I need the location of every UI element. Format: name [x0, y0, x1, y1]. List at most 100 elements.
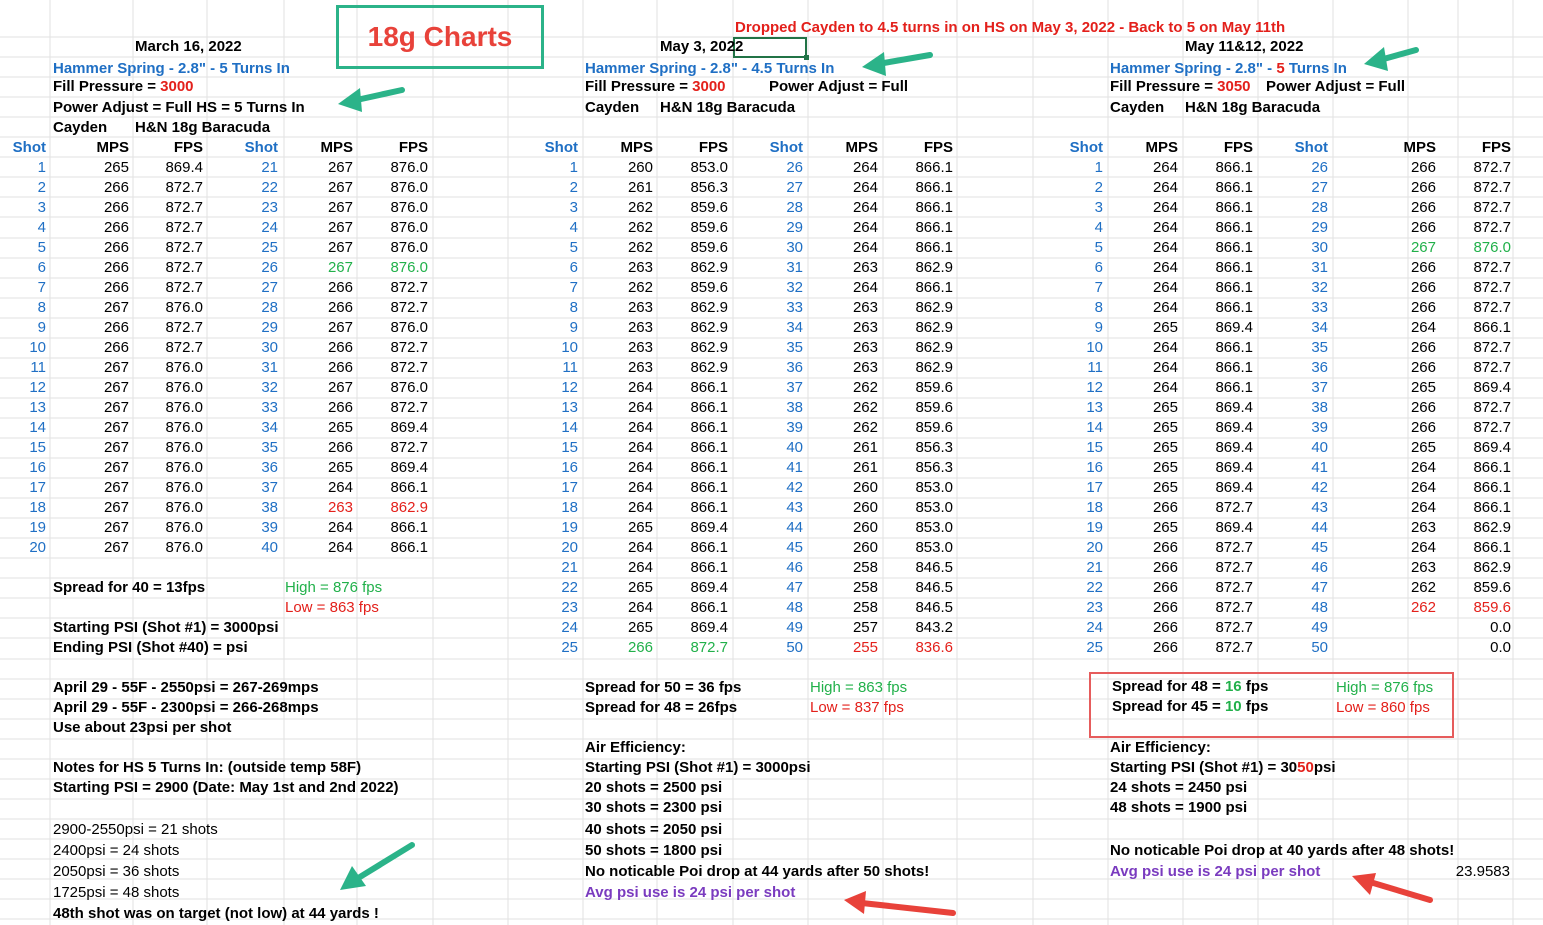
table-row[interactable]: 15 265 869.4 40 265 869.4 [0, 438, 1543, 458]
table-cell[interactable]: 872.7 [1183, 498, 1253, 518]
table-cell[interactable]: 266 [1366, 158, 1436, 178]
table-cell[interactable] [1366, 638, 1436, 658]
s3-calc-value[interactable]: 23.9583 [1440, 862, 1510, 882]
table-cell[interactable]: 49 [1258, 618, 1328, 638]
s3-spread-45[interactable]: Spread for 45 = 10 fps [1112, 697, 1268, 717]
table-cell[interactable]: 266 [1366, 298, 1436, 318]
s3-start-psi[interactable]: Starting PSI (Shot #1) = 3050psi [1110, 758, 1336, 778]
table-header[interactable]: MPS [593, 138, 653, 158]
s1-date[interactable]: March 16, 2022 [135, 37, 242, 57]
table-cell[interactable]: 33 [1258, 298, 1328, 318]
table-cell[interactable]: 866.1 [1183, 178, 1253, 198]
s1-notes-heading[interactable]: Notes for HS 5 Turns In: (outside temp 5… [53, 758, 361, 778]
table-header[interactable]: Shot [218, 138, 278, 158]
table-cell[interactable]: 266 [1366, 338, 1436, 358]
table-cell[interactable]: 264 [1366, 458, 1436, 478]
table-cell[interactable]: 265 [1108, 458, 1178, 478]
s2-low[interactable]: Low = 837 fps [810, 698, 904, 718]
table-cell[interactable]: 872.7 [1441, 338, 1511, 358]
table-cell[interactable]: 17 [1033, 478, 1103, 498]
s3-shots-line[interactable]: 48 shots = 1900 psi [1110, 798, 1247, 818]
table-header[interactable]: FPS [1451, 138, 1511, 158]
table-cell[interactable]: 869.4 [1183, 478, 1253, 498]
table-cell[interactable]: 869.4 [1183, 458, 1253, 478]
table-cell[interactable]: 265 [1108, 418, 1178, 438]
s1-april-note-2[interactable]: April 29 - 55F - 2300psi = 266-268mps [53, 698, 319, 718]
s3-avg-psi[interactable]: Avg psi use is 24 psi per shot [1110, 862, 1320, 882]
table-cell[interactable]: 38 [1258, 398, 1328, 418]
table-cell[interactable]: 0.0 [1441, 618, 1511, 638]
table-cell[interactable]: 263 [1366, 518, 1436, 538]
table-cell[interactable]: 264 [1108, 218, 1178, 238]
table-cell[interactable]: 7 [1033, 278, 1103, 298]
s3-power-adjust[interactable]: Power Adjust = Full [1266, 77, 1405, 97]
table-cell[interactable]: 265 [1108, 478, 1178, 498]
table-header[interactable]: Shot [743, 138, 803, 158]
table-cell[interactable]: 872.7 [1441, 178, 1511, 198]
table-cell[interactable]: 29 [1258, 218, 1328, 238]
table-cell[interactable]: 265 [1366, 438, 1436, 458]
table-cell[interactable]: 869.4 [1183, 438, 1253, 458]
s1-psi-line[interactable]: 2900-2550psi = 21 shots [53, 820, 218, 840]
table-cell[interactable]: 2 [1033, 178, 1103, 198]
table-row[interactable]: 12 264 866.1 37 265 869.4 [0, 378, 1543, 398]
table-cell[interactable]: 11 [1033, 358, 1103, 378]
table-cell[interactable]: 866.1 [1183, 198, 1253, 218]
table-cell[interactable]: 263 [1366, 558, 1436, 578]
table-row[interactable]: 6 264 866.1 31 266 872.7 [0, 258, 1543, 278]
s3-high[interactable]: High = 876 fps [1336, 678, 1433, 698]
table-cell[interactable]: 266 [1108, 538, 1178, 558]
table-cell[interactable]: 872.7 [1441, 158, 1511, 178]
table-cell[interactable]: 40 [1258, 438, 1328, 458]
table-cell[interactable]: 23 [1033, 598, 1103, 618]
table-row[interactable]: 14 265 869.4 39 266 872.7 [0, 418, 1543, 438]
table-row[interactable]: 24 266 872.7 49 0.0 [0, 618, 1543, 638]
s1-use-note[interactable]: Use about 23psi per shot [53, 718, 231, 738]
table-cell[interactable]: 866.1 [1441, 498, 1511, 518]
table-cell[interactable]: 264 [1108, 378, 1178, 398]
table-cell[interactable]: 50 [1258, 638, 1328, 658]
table-header[interactable]: MPS [1118, 138, 1178, 158]
s2-hammer-spring[interactable]: Hammer Spring - 2.8" - 4.5 Turns In [585, 59, 834, 79]
table-cell[interactable]: 19 [1033, 518, 1103, 538]
table-header[interactable]: MPS [293, 138, 353, 158]
table-cell[interactable]: 266 [1108, 498, 1178, 518]
s2-shots-line[interactable]: 40 shots = 2050 psi [585, 820, 722, 840]
table-header[interactable]: Shot [1268, 138, 1328, 158]
table-cell[interactable]: 866.1 [1441, 538, 1511, 558]
table-row[interactable]: 21 266 872.7 46 263 862.9 [0, 558, 1543, 578]
table-cell[interactable]: 866.1 [1183, 238, 1253, 258]
table-cell[interactable]: 264 [1108, 338, 1178, 358]
banner-note[interactable]: Dropped Cayden to 4.5 turns in on HS on … [735, 18, 1285, 38]
table-cell[interactable]: 872.7 [1183, 638, 1253, 658]
table-header[interactable]: Shot [518, 138, 578, 158]
table-cell[interactable]: 30 [1258, 238, 1328, 258]
table-cell[interactable]: 872.7 [1183, 558, 1253, 578]
table-cell[interactable]: 36 [1258, 358, 1328, 378]
table-cell[interactable]: 45 [1258, 538, 1328, 558]
table-cell[interactable]: 266 [1108, 638, 1178, 658]
table-cell[interactable]: 872.7 [1183, 598, 1253, 618]
table-header[interactable]: MPS [69, 138, 129, 158]
table-cell[interactable]: 264 [1108, 178, 1178, 198]
table-cell[interactable]: 264 [1108, 238, 1178, 258]
s1-power-adjust[interactable]: Power Adjust = Full HS = 5 Turns In [53, 98, 305, 118]
selected-cell[interactable] [733, 37, 809, 60]
table-row[interactable]: 23 266 872.7 48 262 859.6 [0, 598, 1543, 618]
table-cell[interactable]: 872.7 [1441, 258, 1511, 278]
table-cell[interactable]: 4 [1033, 218, 1103, 238]
table-cell[interactable]: 47 [1258, 578, 1328, 598]
table-cell[interactable]: 266 [1366, 358, 1436, 378]
table-row[interactable]: 25 266 872.7 50 0.0 [0, 638, 1543, 658]
table-cell[interactable]: 265 [1108, 518, 1178, 538]
table-row[interactable]: 2 264 866.1 27 266 872.7 [0, 178, 1543, 198]
s3-low[interactable]: Low = 860 fps [1336, 698, 1430, 718]
table-cell[interactable]: 264 [1108, 258, 1178, 278]
table-cell[interactable]: 266 [1108, 578, 1178, 598]
table-cell[interactable]: 866.1 [1441, 458, 1511, 478]
table-cell[interactable]: 862.9 [1441, 558, 1511, 578]
table-cell[interactable]: 46 [1258, 558, 1328, 578]
table-row[interactable]: 20 266 872.7 45 264 866.1 [0, 538, 1543, 558]
s3-fill-pressure[interactable]: Fill Pressure = 3050 [1110, 77, 1251, 97]
table-cell[interactable]: 8 [1033, 298, 1103, 318]
